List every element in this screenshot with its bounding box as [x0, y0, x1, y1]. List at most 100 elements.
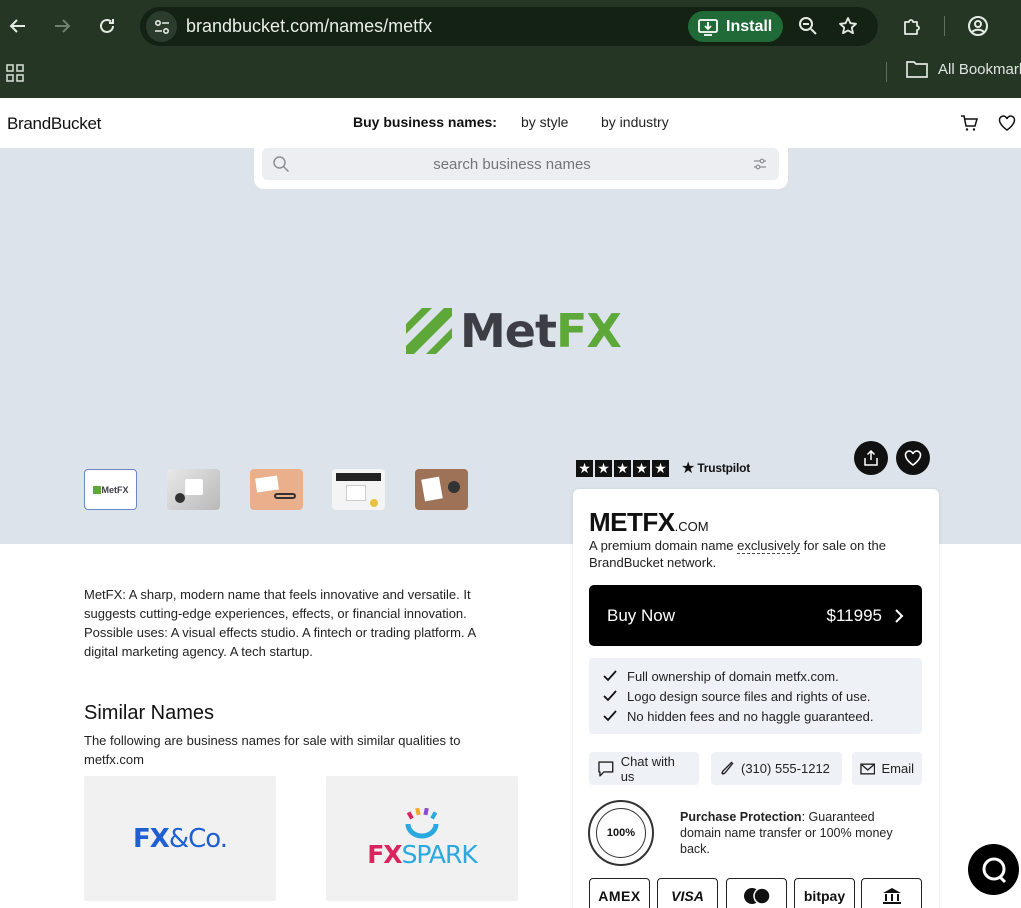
buy-names-label: Buy business names:	[353, 114, 497, 130]
buy-now-button[interactable]: Buy Now $11995	[589, 585, 922, 646]
phone-button[interactable]: (310) 555-1212	[711, 752, 842, 785]
phone-icon	[721, 761, 734, 775]
benefits-list: Full ownership of domain metfx.com. Logo…	[589, 658, 922, 734]
thumbnail-mockup-1[interactable]	[167, 469, 220, 510]
site-info-button[interactable]	[146, 11, 177, 42]
similar-names-title: Similar Names	[84, 702, 215, 724]
amex-badge: AMEX	[589, 878, 650, 908]
toolbar-divider	[944, 16, 945, 36]
visa-label: VISA	[671, 888, 704, 904]
similar-names-description: The following are business names for sal…	[84, 733, 461, 767]
star-outline-icon	[839, 17, 857, 35]
cart-button[interactable]	[960, 114, 980, 134]
filter-icon[interactable]	[753, 157, 767, 171]
similar-name-card[interactable]: FXSPARK	[326, 776, 518, 901]
thumbnail-mockup-3[interactable]	[332, 469, 385, 510]
thumbnail-mockup-2[interactable]	[250, 469, 303, 510]
profile-button[interactable]	[964, 12, 992, 40]
star-icon: ★	[576, 459, 593, 477]
star-icon: ★	[595, 459, 612, 477]
seal-inner: 100%	[596, 808, 646, 858]
check-icon	[603, 690, 617, 702]
fxspark-part1: FX	[367, 840, 402, 869]
install-label: Install	[726, 17, 773, 35]
star-icon: ★	[652, 459, 669, 477]
fxspark-logo: FXSPARK	[367, 840, 478, 869]
chat-button[interactable]: Chat with us	[589, 752, 699, 785]
chat-icon	[982, 857, 1006, 883]
amex-label: AMEX	[598, 888, 641, 904]
check-icon	[603, 670, 617, 682]
price: $11995	[826, 605, 882, 625]
purchase-card: METFX.COM A premium domain name exclusiv…	[573, 489, 939, 908]
exclusively-tooltip[interactable]: exclusively	[737, 538, 800, 554]
bookmarks-divider	[886, 62, 887, 82]
url-text[interactable]: brandbucket.com/names/metfx	[186, 16, 432, 37]
mastercard-icon	[743, 887, 771, 905]
star-icon: ★	[633, 459, 650, 477]
seal-percent: 100%	[606, 827, 636, 839]
mastercard-badge	[726, 878, 787, 908]
bank-icon	[882, 888, 901, 904]
email-button[interactable]: Email	[852, 752, 922, 785]
forward-button[interactable]	[48, 12, 76, 40]
reload-icon	[100, 18, 114, 33]
all-bookmarks-button[interactable]: All Bookmarks	[906, 60, 1021, 78]
nav-by-industry[interactable]: by industry	[601, 114, 669, 130]
fxspark-part2: SPARK	[401, 840, 478, 869]
star-icon: ★	[614, 459, 631, 477]
search-box[interactable]	[262, 148, 779, 180]
back-button[interactable]	[4, 12, 32, 40]
guarantee-seal: 100%	[588, 800, 654, 866]
thumb-logo-text: MetFX	[101, 484, 129, 495]
check-icon	[603, 710, 617, 722]
all-bookmarks-label: All Bookmarks	[938, 60, 1021, 78]
brandbucket-logo[interactable]: BrandBucket	[7, 114, 101, 134]
metfx-stripes-icon	[406, 308, 452, 354]
install-button[interactable]: Install	[688, 11, 783, 42]
share-icon	[864, 450, 878, 466]
chat-label: Chat with us	[620, 753, 675, 784]
name-description: MetFX: A sharp, modern name that feels i…	[84, 587, 476, 659]
cart-icon	[961, 115, 978, 131]
trustpilot-logo: ★ Trustpilot	[681, 458, 750, 478]
bitpay-badge: bitpay	[794, 878, 855, 908]
apps-button[interactable]	[6, 64, 24, 87]
share-button[interactable]	[854, 441, 888, 475]
benefit-text: No hidden fees and no haggle guaranteed.	[627, 708, 874, 724]
reload-button[interactable]	[93, 12, 121, 40]
mail-icon	[860, 762, 876, 775]
heart-icon	[998, 115, 1016, 131]
chat-launcher-button[interactable]	[968, 844, 1019, 895]
extensions-button[interactable]	[898, 12, 926, 40]
domain-title: METFX.COM	[589, 507, 709, 538]
favorites-button[interactable]	[998, 114, 1018, 134]
search-input[interactable]	[302, 148, 722, 180]
trustpilot-rating[interactable]: ★ ★ ★ ★ ★ ★ Trustpilot	[576, 458, 750, 478]
nav-by-style[interactable]: by style	[521, 114, 568, 130]
protection-title: Purchase Protection	[680, 810, 802, 824]
buy-now-label: Buy Now	[607, 605, 676, 625]
similar-name-card[interactable]: FX&Co.	[84, 776, 276, 901]
zoom-button[interactable]	[797, 15, 819, 37]
tune-icon	[154, 19, 169, 34]
email-label: Email	[881, 761, 914, 776]
trustpilot-star-icon: ★	[681, 460, 696, 477]
account-icon	[968, 16, 988, 36]
domain-description: A premium domain name exclusively for sa…	[589, 537, 919, 571]
chat-bubble-icon	[598, 760, 614, 777]
address-bar[interactable]: brandbucket.com/names/metfx Install	[140, 7, 878, 46]
bookmarks-bar: All Bookmarks	[0, 56, 1021, 90]
fxco-logo: FX&Co.	[133, 823, 228, 854]
thumbnail-logo[interactable]: MetFX	[84, 469, 137, 510]
bookmark-star-button[interactable]	[837, 15, 859, 37]
favorite-name-button[interactable]	[896, 441, 930, 475]
bank-transfer-badge	[861, 878, 922, 908]
fxco-part2: &Co.	[168, 823, 228, 854]
arrow-left-icon	[9, 19, 25, 33]
chevron-right-icon	[895, 608, 904, 623]
phone-label: (310) 555-1212	[741, 761, 830, 776]
brand-met: Met	[460, 304, 557, 358]
thumbnail-mockup-4[interactable]	[415, 469, 468, 510]
desc-text: A premium domain name	[589, 538, 738, 553]
